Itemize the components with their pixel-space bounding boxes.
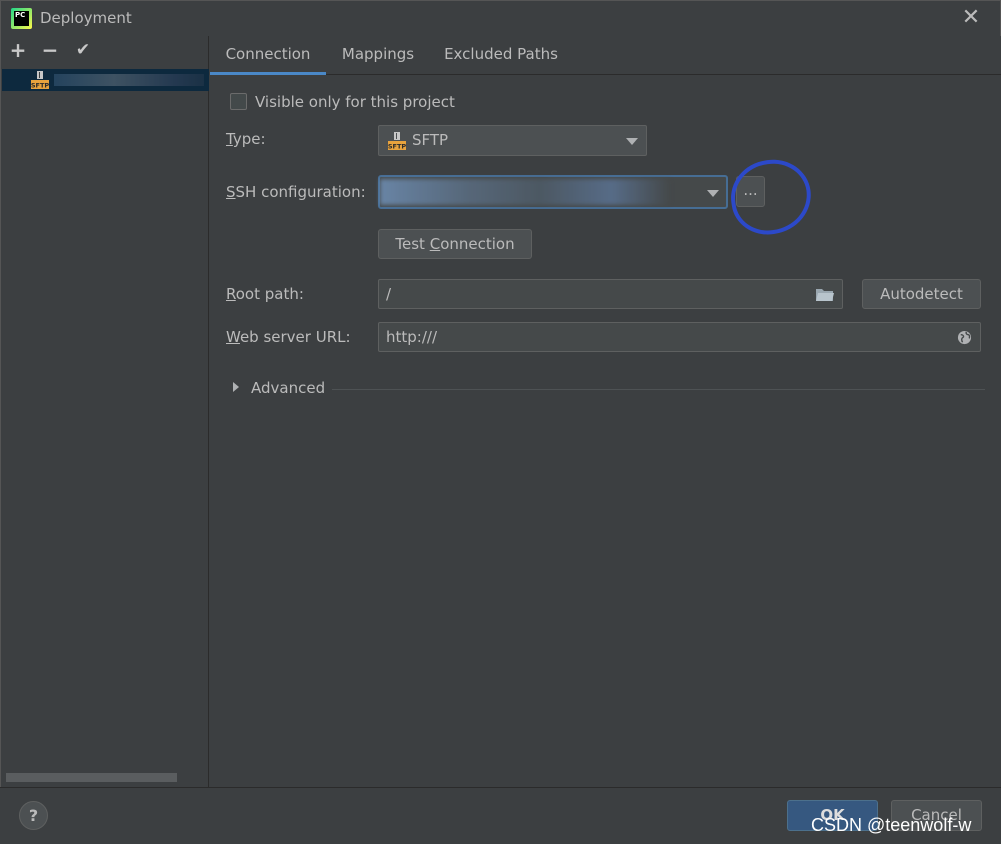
test-connection-button[interactable]: Test Connection: [378, 229, 532, 259]
chevron-down-icon: [626, 137, 638, 145]
web-server-url-label: Web server URL:: [226, 328, 351, 346]
folder-icon[interactable]: [816, 288, 834, 302]
type-label: Type:: [226, 130, 266, 148]
apply-default-icon[interactable]: ✔: [72, 39, 94, 61]
tab-bar: Connection Mappings Excluded Paths: [210, 36, 1001, 75]
help-button[interactable]: ?: [19, 801, 48, 830]
svg-text:SFTP: SFTP: [388, 143, 407, 151]
ssh-config-redacted: [380, 179, 670, 205]
tab-mappings[interactable]: Mappings: [336, 36, 420, 75]
horizontal-scrollbar[interactable]: [6, 773, 177, 782]
server-list-panel: + − ✔ SFTP: [0, 36, 209, 788]
expand-arrow-icon[interactable]: [233, 382, 239, 392]
close-icon[interactable]: ✕: [959, 7, 983, 31]
server-name-redacted: [54, 74, 204, 86]
sftp-icon: SFTP: [388, 132, 407, 151]
add-server-icon[interactable]: +: [7, 39, 29, 61]
tab-connection[interactable]: Connection: [210, 36, 326, 75]
root-path-field[interactable]: /: [378, 279, 843, 309]
window-title: Deployment: [40, 9, 132, 27]
type-dropdown[interactable]: SFTP SFTP: [378, 125, 647, 156]
watermark-text: CSDN @teenwolf-w: [811, 815, 972, 835]
server-list-item[interactable]: SFTP: [2, 69, 209, 91]
root-path-label: Root path:: [226, 285, 304, 303]
chevron-down-icon: [707, 190, 719, 197]
type-value: SFTP: [412, 131, 449, 149]
ssh-config-label: SSH configuration:: [226, 183, 366, 201]
web-server-url-value: http:///: [386, 328, 438, 346]
pycharm-icon: PC: [11, 8, 32, 29]
visible-only-label: Visible only for this project: [255, 93, 455, 111]
visible-only-checkbox[interactable]: [230, 93, 247, 110]
annotation-circle: [726, 154, 816, 240]
tab-excluded-paths[interactable]: Excluded Paths: [440, 36, 562, 75]
sftp-icon-text: SFTP: [31, 82, 50, 90]
ssh-config-dropdown[interactable]: [378, 175, 728, 209]
footer-divider: [0, 787, 1001, 788]
web-server-url-field[interactable]: http:///: [378, 322, 981, 352]
autodetect-button[interactable]: Autodetect: [862, 279, 981, 309]
sftp-server-icon: SFTP: [31, 71, 50, 90]
globe-icon[interactable]: [957, 330, 972, 345]
section-divider: [332, 389, 985, 390]
title-bar: PC Deployment ✕: [0, 0, 1001, 36]
root-path-value: /: [386, 285, 392, 303]
advanced-section-toggle[interactable]: Advanced: [251, 379, 325, 397]
remove-server-icon[interactable]: −: [39, 39, 61, 61]
